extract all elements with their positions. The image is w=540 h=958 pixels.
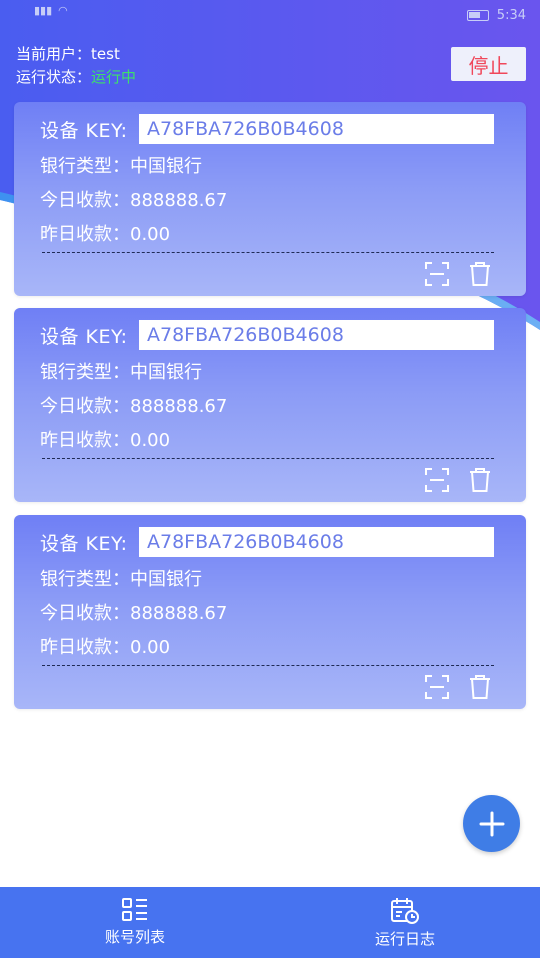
yesterday-income-label: 昨日收款： [40,430,130,451]
current-user-row: 当前用户：test [16,43,136,66]
run-status-value: 运行中 [91,68,137,86]
status-bar: ▮▮▮ ◠ 5:34 [0,0,540,36]
add-device-button[interactable] [463,795,520,852]
plus-icon [479,811,504,836]
scan-icon[interactable] [424,674,450,700]
run-status-row: 运行状态：运行中 [16,66,136,89]
bank-type-value: 中国银行 [130,156,202,177]
yesterday-income-label: 昨日收款： [40,637,130,658]
device-card: 设备 KEY: A78FBA726B0B4608 银行类型：中国银行 今日收款：… [14,308,526,502]
card-divider [42,665,494,666]
device-key-input[interactable]: A78FBA726B0B4608 [139,527,494,557]
status-time: 5:34 [496,8,526,23]
device-key-input[interactable]: A78FBA726B0B4608 [139,114,494,144]
signal-indicators: ▮▮▮ ◠ [34,4,68,17]
scan-icon[interactable] [424,261,450,287]
today-income-value: 888888.67 [130,396,228,417]
today-income-label: 今日收款： [40,396,130,417]
bank-type-label: 银行类型： [40,569,130,590]
nav-account-list-label: 账号列表 [104,928,165,946]
bottom-nav: 账号列表 运行日志 [0,887,540,958]
bank-type-value: 中国银行 [130,569,202,590]
device-key-label: 设备 KEY: [40,325,128,348]
battery-icon [466,10,489,21]
device-key-input[interactable]: A78FBA726B0B4608 [139,320,494,350]
today-income-value: 888888.67 [130,603,228,624]
nav-run-log-label: 运行日志 [374,930,435,948]
device-key-label: 设备 KEY: [40,532,128,555]
scan-icon[interactable] [424,467,450,493]
nav-run-log[interactable]: 运行日志 [270,887,540,958]
calendar-clock-icon [391,898,419,924]
trash-icon[interactable] [468,674,492,700]
signal-icon: ▮▮▮ [34,4,53,17]
card-divider [42,458,494,459]
device-card: 设备 KEY: A78FBA726B0B4608 银行类型：中国银行 今日收款：… [14,515,526,709]
current-user-label: 当前用户： [16,45,92,63]
bank-type-label: 银行类型： [40,362,130,383]
stop-button[interactable]: 停止 [451,47,526,81]
bank-type-label: 银行类型： [40,156,130,177]
list-icon [122,898,147,921]
current-user-value: test [91,45,120,63]
card-divider [42,252,494,253]
wifi-icon: ◠ [58,4,68,17]
trash-icon[interactable] [468,467,492,493]
run-status-label: 运行状态： [16,68,92,86]
trash-icon[interactable] [468,261,492,287]
yesterday-income-value: 0.00 [130,637,171,658]
yesterday-income-value: 0.00 [130,430,171,451]
today-income-value: 888888.67 [130,190,228,211]
today-income-label: 今日收款： [40,190,130,211]
today-income-label: 今日收款： [40,603,130,624]
device-key-label: 设备 KEY: [40,119,128,142]
bank-type-value: 中国银行 [130,362,202,383]
device-card: 设备 KEY: A78FBA726B0B4608 银行类型：中国银行 今日收款：… [14,102,526,296]
yesterday-income-value: 0.00 [130,224,171,245]
yesterday-income-label: 昨日收款： [40,224,130,245]
user-info: 当前用户：test 运行状态：运行中 [16,43,136,89]
nav-account-list[interactable]: 账号列表 [0,887,270,958]
